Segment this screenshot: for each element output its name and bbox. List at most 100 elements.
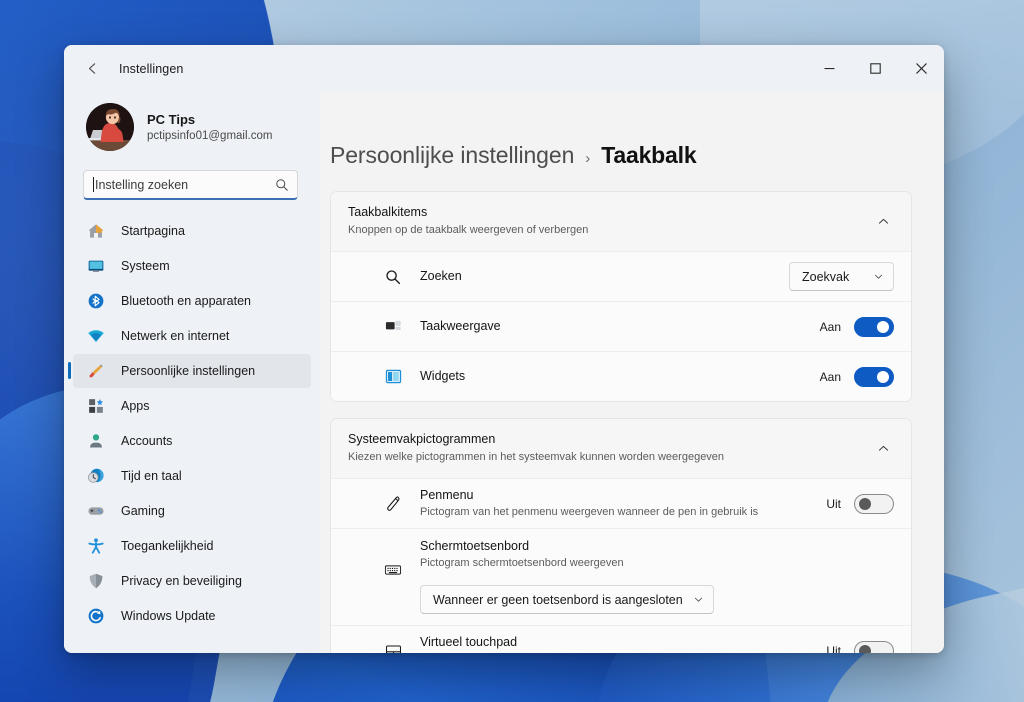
row-text: Penmenu Pictogram van het penmenu weerge…: [420, 487, 814, 520]
sidebar-item-accounts[interactable]: Accounts: [73, 424, 311, 458]
card-header[interactable]: Systeemvakpictogrammen Kiezen welke pict…: [331, 419, 911, 478]
sidebar-item-toegankelijkheid[interactable]: Toegankelijkheid: [73, 529, 311, 563]
card-title: Systeemvakpictogrammen: [348, 431, 873, 448]
row-bottom: Wanneer er geen toetsenbord is aangeslot…: [383, 585, 894, 614]
row-title: Virtueel touchpad: [420, 634, 814, 651]
sidebar-item-label: Gaming: [121, 504, 165, 518]
row-control: Uit: [826, 494, 894, 514]
chevron-up-icon[interactable]: [873, 211, 894, 232]
apps-icon: [86, 396, 106, 416]
row-control: Aan: [820, 317, 894, 337]
sidebar-item-label: Netwerk en internet: [121, 329, 229, 343]
search-mode-dropdown[interactable]: Zoekvak: [789, 262, 894, 291]
toggle-knob: [859, 498, 871, 510]
row-zoeken[interactable]: Zoeken Zoekvak: [331, 251, 911, 301]
card-subtitle: Kiezen welke pictogrammen in het systeem…: [348, 449, 873, 465]
row-text: Virtueel touchpad Pictogram Virtuele tou…: [420, 634, 814, 653]
sidebar: PC Tips pctipsinfo01@gmail.com: [64, 92, 320, 653]
row-title: Schermtoetsenbord: [420, 538, 894, 555]
breadcrumb-parent[interactable]: Persoonlijke instellingen: [330, 142, 574, 169]
row-taakweergave[interactable]: Taakweergave Aan: [331, 301, 911, 351]
taakweergave-toggle[interactable]: [854, 317, 894, 337]
card-header-text: Systeemvakpictogrammen Kiezen welke pict…: [348, 431, 873, 465]
widgets-icon: [383, 367, 403, 387]
gamepad-icon: [86, 501, 106, 521]
penmenu-toggle[interactable]: [854, 494, 894, 514]
arrow-left-icon: [84, 60, 101, 77]
card-header-text: Taakbalkitems Knoppen op de taakbalk wee…: [348, 204, 873, 238]
row-text: Taakweergave: [420, 318, 808, 335]
sidebar-item-label: Startpagina: [121, 224, 185, 238]
toggle-knob: [877, 321, 889, 333]
shield-icon: [86, 571, 106, 591]
toggle-state-label: Aan: [820, 370, 841, 384]
toggle-state-label: Uit: [826, 644, 841, 654]
account-email: pctipsinfo01@gmail.com: [147, 128, 272, 144]
account-name: PC Tips: [147, 111, 272, 128]
sidebar-item-privacy[interactable]: Privacy en beveiliging: [73, 564, 311, 598]
sidebar-item-netwerk[interactable]: Netwerk en internet: [73, 319, 311, 353]
row-control: Zoekvak: [789, 262, 894, 291]
row-widgets[interactable]: Widgets Aan: [331, 351, 911, 401]
sidebar-item-label: Tijd en taal: [121, 469, 182, 483]
desktop-wallpaper: Instellingen: [0, 0, 1024, 702]
chevron-down-icon: [693, 594, 704, 605]
search-wrapper: [64, 156, 320, 200]
widgets-toggle[interactable]: [854, 367, 894, 387]
search-icon[interactable]: [275, 178, 289, 192]
sidebar-item-tijd-en-taal[interactable]: Tijd en taal: [73, 459, 311, 493]
sidebar-item-systeem[interactable]: Systeem: [73, 249, 311, 283]
person-icon: [86, 431, 106, 451]
dropdown-value: Zoekvak: [802, 270, 863, 284]
row-title: Penmenu: [420, 487, 814, 504]
monitor-icon: [86, 256, 106, 276]
row-text: Schermtoetsenbord Pictogram schermtoetse…: [420, 538, 894, 571]
title-bar: Instellingen: [64, 45, 944, 92]
account-block[interactable]: PC Tips pctipsinfo01@gmail.com: [64, 92, 320, 156]
card-title: Taakbalkitems: [348, 204, 873, 221]
close-icon: [916, 63, 927, 74]
content-pane: Persoonlijke instellingen › Taakbalk Taa…: [320, 92, 944, 653]
row-virtueel-touchpad[interactable]: Virtueel touchpad Pictogram Virtuele tou…: [331, 625, 911, 653]
breadcrumb: Persoonlijke instellingen › Taakbalk: [330, 92, 912, 191]
search-glyph-icon: [383, 267, 403, 287]
card-systeemvakpictogrammen: Systeemvakpictogrammen Kiezen welke pict…: [330, 418, 912, 653]
card-taakbalkitems: Taakbalkitems Knoppen op de taakbalk wee…: [330, 191, 912, 402]
minimize-button[interactable]: [806, 45, 852, 92]
keyboard-visibility-dropdown[interactable]: Wanneer er geen toetsenbord is aangeslot…: [420, 585, 714, 614]
row-schermtoetsenbord[interactable]: Schermtoetsenbord Pictogram schermtoetse…: [331, 528, 911, 625]
card-header[interactable]: Taakbalkitems Knoppen op de taakbalk wee…: [331, 192, 911, 251]
wifi-icon: [86, 326, 106, 346]
sidebar-item-label: Bluetooth en apparaten: [121, 294, 251, 308]
sidebar-item-gaming[interactable]: Gaming: [73, 494, 311, 528]
search-box[interactable]: [83, 170, 298, 200]
sidebar-item-label: Accounts: [121, 434, 172, 448]
back-button[interactable]: [77, 54, 107, 84]
card-subtitle: Knoppen op de taakbalk weergeven of verb…: [348, 222, 873, 238]
dropdown-value: Wanneer er geen toetsenbord is aangeslot…: [433, 593, 683, 607]
touchpad-toggle[interactable]: [854, 641, 894, 654]
touchpad-icon: [383, 641, 403, 654]
sidebar-item-startpagina[interactable]: Startpagina: [73, 214, 311, 248]
keyboard-icon: [383, 560, 403, 580]
sidebar-item-persoonlijke-instellingen[interactable]: Persoonlijke instellingen: [73, 354, 311, 388]
sidebar-nav: Startpagina Systeem: [64, 214, 320, 633]
maximize-button[interactable]: [852, 45, 898, 92]
toggle-state-label: Uit: [826, 497, 841, 511]
chevron-up-icon[interactable]: [873, 438, 894, 459]
sidebar-item-apps[interactable]: Apps: [73, 389, 311, 423]
pen-icon: [383, 494, 403, 514]
row-penmenu[interactable]: Penmenu Pictogram van het penmenu weerge…: [331, 478, 911, 528]
toggle-state-label: Aan: [820, 320, 841, 334]
clock-globe-icon: [86, 466, 106, 486]
sidebar-item-bluetooth[interactable]: Bluetooth en apparaten: [73, 284, 311, 318]
sidebar-item-label: Persoonlijke instellingen: [121, 364, 255, 378]
row-title: Widgets: [420, 368, 808, 385]
update-icon: [86, 606, 106, 626]
home-icon: [86, 221, 106, 241]
sidebar-item-label: Windows Update: [121, 609, 216, 623]
sidebar-item-windows-update[interactable]: Windows Update: [73, 599, 311, 633]
close-button[interactable]: [898, 45, 944, 92]
search-input[interactable]: [95, 178, 275, 192]
sidebar-item-label: Systeem: [121, 259, 170, 273]
